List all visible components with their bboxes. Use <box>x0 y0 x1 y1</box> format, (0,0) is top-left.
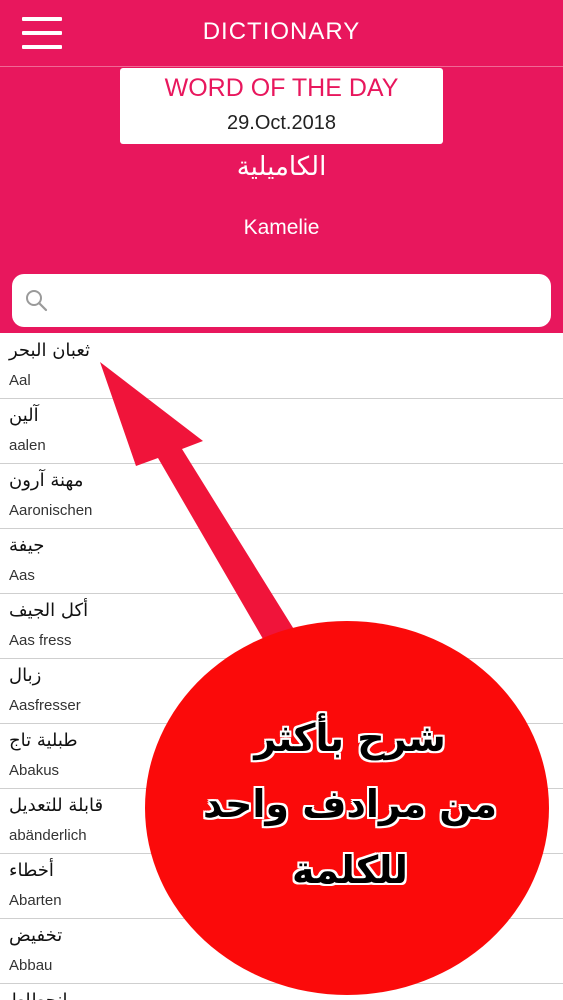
german-word: abänderlich <box>9 827 87 844</box>
german-word: Abbau <box>9 957 53 974</box>
german-word: Aaronischen <box>9 502 93 519</box>
word-of-the-day-arabic: الكاميلية <box>236 152 327 182</box>
german-word: aalen <box>9 437 46 454</box>
list-item[interactable]: تخفيض Abbau <box>0 919 563 984</box>
header: DICTIONARY WORD OF THE DAY 29.Oct.2018 ا… <box>0 0 563 333</box>
list-item[interactable]: زبال Aasfresser <box>0 659 563 724</box>
arabic-word: أخطاء <box>9 860 54 881</box>
search-bar[interactable] <box>12 274 551 329</box>
app-title: DICTIONARY <box>202 18 361 45</box>
arabic-word: زبال <box>9 665 42 686</box>
list-item[interactable]: مهنة آرون Aaronischen <box>0 464 563 529</box>
arabic-word: انحطاط <box>9 990 68 1000</box>
german-word: Abakus <box>9 762 60 779</box>
arabic-word: قابلة للتعديل <box>9 795 104 816</box>
german-word: Aas <box>9 567 35 584</box>
list-item[interactable]: انحطاط <box>0 984 563 1000</box>
word-of-the-day-heading: WORD OF THE DAY <box>164 74 399 102</box>
word-of-the-day-card[interactable]: WORD OF THE DAY 29.Oct.2018 <box>120 68 443 144</box>
list-item[interactable]: جيفة Aas <box>0 529 563 594</box>
word-of-the-day-date: 29.Oct.2018 <box>227 112 336 134</box>
word-list[interactable]: ثعبان البحر Aal آلين aalen مهنة آرون Aar… <box>0 334 563 1000</box>
search-input[interactable] <box>58 274 542 329</box>
arabic-word: آلين <box>9 405 39 426</box>
list-item[interactable]: آلين aalen <box>0 399 563 464</box>
german-word: Aas fress <box>9 632 72 649</box>
search-icon <box>26 290 48 312</box>
german-word: Aasfresser <box>9 697 81 714</box>
arabic-word: تخفيض <box>9 925 63 946</box>
list-item[interactable]: أخطاء Abarten <box>0 854 563 919</box>
german-word: Aal <box>9 372 31 389</box>
arabic-word: طبلية تاج <box>9 730 78 751</box>
top-bar: DICTIONARY <box>0 0 563 67</box>
arabic-word: ثعبان البحر <box>9 340 91 361</box>
list-item[interactable]: قابلة للتعديل abänderlich <box>0 789 563 854</box>
german-word: Abarten <box>9 892 62 909</box>
arabic-word: جيفة <box>9 535 45 556</box>
arabic-word: مهنة آرون <box>9 470 84 491</box>
arabic-word: أكل الجيف <box>9 600 89 621</box>
list-item[interactable]: أكل الجيف Aas fress <box>0 594 563 659</box>
word-of-the-day-german: Kamelie <box>243 216 320 239</box>
list-item[interactable]: طبلية تاج Abakus <box>0 724 563 789</box>
list-item[interactable]: ثعبان البحر Aal <box>0 334 563 399</box>
